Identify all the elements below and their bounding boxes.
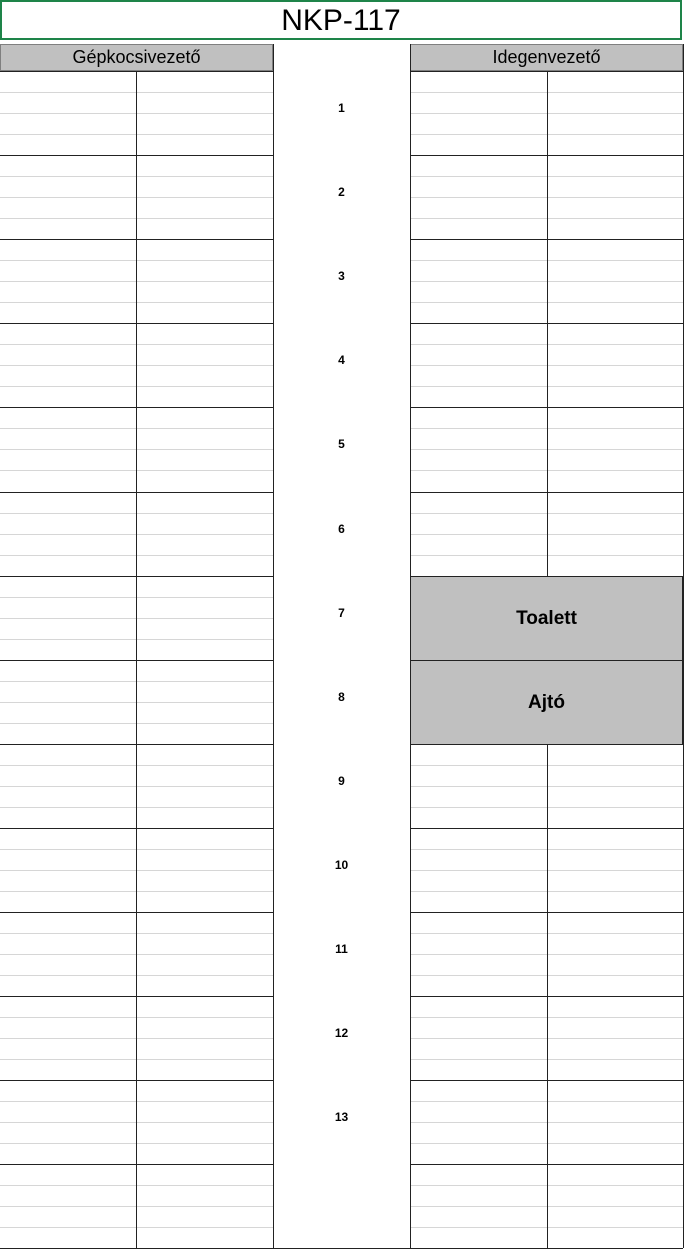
- grid-column-line: [547, 71, 548, 576]
- title-cell[interactable]: NKP-117: [0, 0, 682, 40]
- seat-number-label: 8: [338, 690, 345, 704]
- grid-column-line: [683, 44, 684, 1248]
- guide-header[interactable]: Idegenvezető: [410, 44, 683, 71]
- seat-number-label: 11: [335, 942, 348, 956]
- door-cell[interactable]: Ajtó: [410, 660, 683, 745]
- grid-column-line: [136, 71, 137, 1248]
- seat-plan-sheet: NKP-117 Gépkocsivezető Idegenvezető 1234…: [0, 0, 687, 1250]
- seat-number-label: 10: [334, 858, 349, 872]
- seat-number-label: 13: [334, 1110, 349, 1124]
- seat-number-label: 7: [338, 606, 345, 620]
- seat-number-label: 5: [338, 437, 345, 451]
- grid-line-major: [273, 1248, 410, 1249]
- toilet-cell[interactable]: Toalett: [410, 576, 683, 661]
- grid-line-major: [410, 1248, 683, 1249]
- grid-line-major: [0, 1248, 273, 1249]
- seat-number-label: 12: [334, 1026, 349, 1040]
- seat-number-label: 1: [338, 101, 345, 115]
- grid-column-line: [273, 44, 274, 1248]
- driver-header[interactable]: Gépkocsivezető: [0, 44, 273, 71]
- seat-number-label: 6: [338, 522, 345, 536]
- seat-number-label: 4: [338, 353, 345, 367]
- seat-number-label: 2: [338, 185, 345, 199]
- seat-number-label: 3: [338, 269, 345, 283]
- grid-column-line: [547, 745, 548, 1248]
- seat-number-label: 9: [338, 774, 345, 788]
